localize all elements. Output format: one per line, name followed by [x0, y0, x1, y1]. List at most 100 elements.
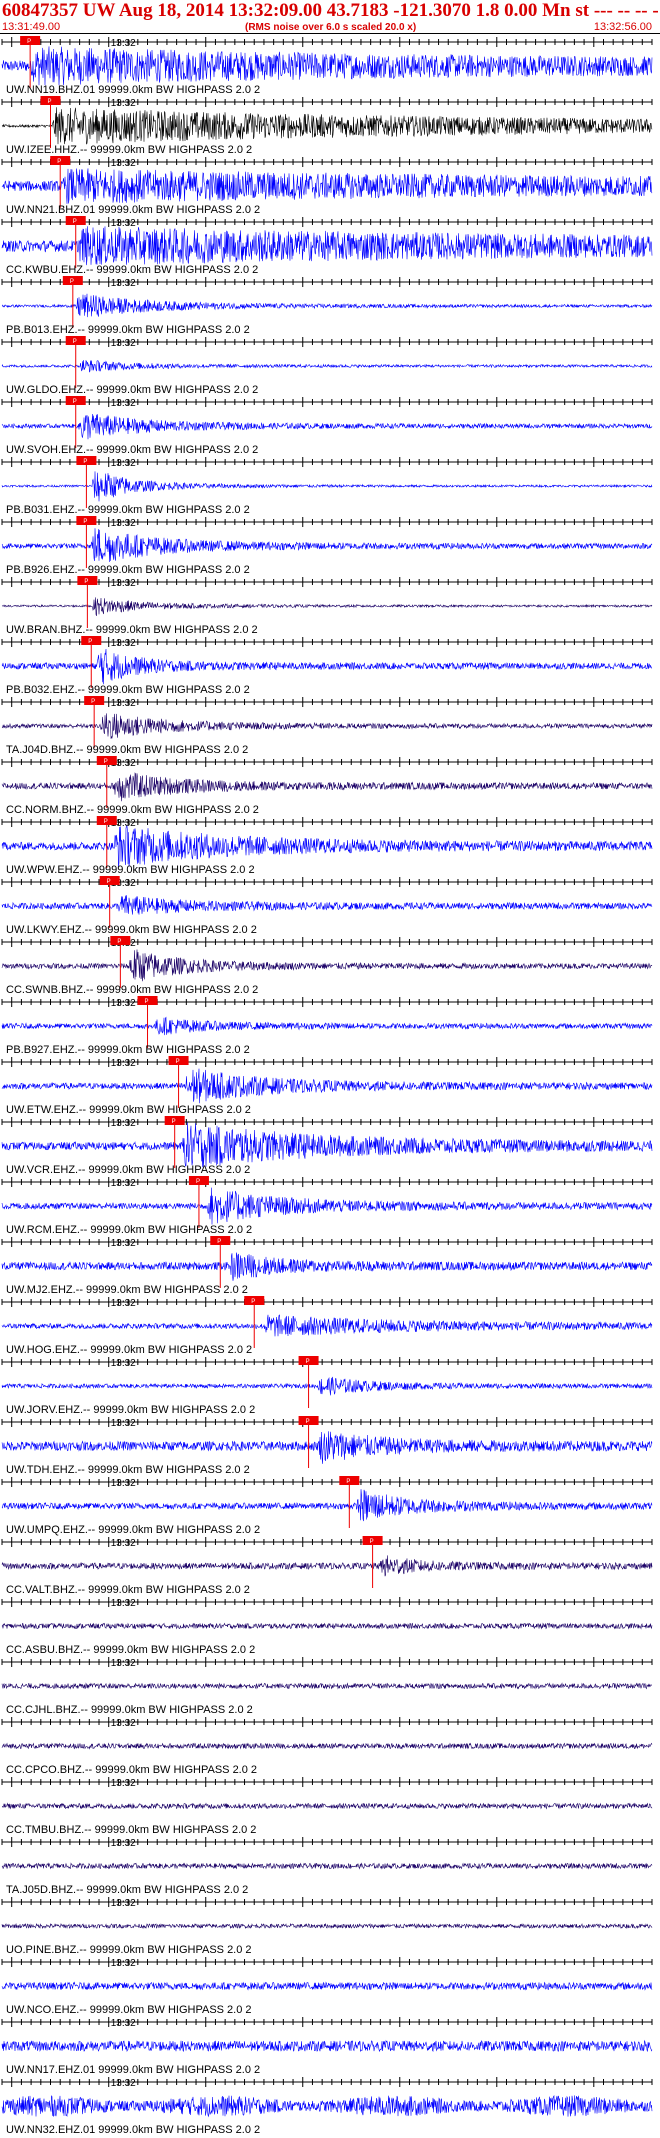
minute-label: 13:32 — [111, 698, 136, 709]
channel-label: PB.B032.EHZ.-- 99999.0km BW HIGHPASS 2.0… — [6, 684, 250, 696]
waveform-trace — [1, 1922, 653, 1930]
minute-label: 13:32 — [111, 1358, 136, 1369]
waveform-trace — [1, 1314, 653, 1337]
channel-label: UW.LKWY.EHZ.-- 99999.0km BW HIGHPASS 2.0… — [6, 924, 257, 936]
channel-label: UW.SVOH.EHZ.-- 99999.0km BW HIGHPASS 2.0… — [6, 444, 258, 456]
waveform-trace — [1, 895, 653, 915]
minute-label: 13:32 — [111, 338, 136, 349]
minute-label: 13:32 — [111, 1778, 136, 1789]
waveform-trace — [1, 1682, 652, 1690]
minute-label: 13:32 — [111, 1418, 136, 1429]
waveform-trace — [1, 1187, 653, 1225]
pick-label: P — [104, 759, 108, 765]
waveform-trace — [1, 772, 653, 802]
minute-label: 13:32 — [111, 998, 136, 1009]
waveform-trace — [1, 293, 653, 318]
waveform-trace — [1, 107, 653, 145]
channel-label: PB.B927.EHZ.-- 99999.0km BW HIGHPASS 2.0… — [6, 1044, 250, 1056]
channel-label: UW.NCO.EHZ.-- 99999.0km BW HIGHPASS 2.0 … — [6, 2004, 252, 2016]
channel-label: UW.GLDO.EHZ.-- 99999.0km BW HIGHPASS 2.0… — [6, 384, 258, 396]
waveform-trace — [1, 1489, 653, 1522]
waveform-trace — [1, 2039, 653, 2053]
minute-label: 13:32 — [111, 1538, 136, 1549]
minute-label: 13:32 — [111, 2078, 136, 2089]
pick-label: P — [306, 1419, 310, 1425]
pick-label: P — [196, 1179, 200, 1185]
channel-label: CC.CPCO.BHZ.-- 99999.0km BW HIGHPASS 2.0… — [6, 1764, 257, 1776]
channel-label: UW.NN17.EHZ.01 99999.0km BW HIGHPASS 2.0… — [6, 2064, 260, 2076]
pick-label: P — [145, 999, 149, 1005]
seismogram-plot: 13:32 P UW.NN19.BHZ.01 99999.0km BW HIGHPA… — [1, 36, 653, 2136]
minute-label: 13:32 — [111, 1178, 136, 1189]
waveform-trace — [1, 648, 653, 685]
pick-label: P — [107, 879, 111, 885]
pick-label: P — [73, 219, 77, 225]
channel-label: PB.B031.EHZ.-- 99999.0km BW HIGHPASS 2.0… — [6, 504, 250, 516]
channel-label: TA.J05D.BHZ.-- 99999.0km BW HIGHPASS 2.0… — [6, 1884, 248, 1896]
minute-label: 13:32 — [111, 458, 136, 469]
minute-label: 13:32 — [111, 98, 136, 109]
minute-label: 13:32 — [111, 1718, 136, 1729]
pick-label: P — [306, 1359, 310, 1365]
minute-label: 13:32 — [111, 638, 136, 649]
waveform-trace — [1, 413, 653, 440]
channel-label: UW.NN19.BHZ.01 99999.0km BW HIGHPASS 2.0… — [6, 84, 260, 96]
pick-label: P — [83, 459, 87, 465]
minute-label: 13:32 — [111, 158, 136, 169]
minute-label: 13:32 — [111, 1898, 136, 1909]
channel-label: CC.VALT.BHZ.-- 99999.0km BW HIGHPASS 2.0… — [6, 1584, 250, 1596]
channel-label: UW.NN21.BHZ.01 99999.0km BW HIGHPASS 2.0… — [6, 204, 260, 216]
waveform-trace — [1, 597, 653, 617]
minute-label: 13:32 — [111, 278, 136, 289]
minute-label: 13:32 — [111, 1238, 136, 1249]
channel-label: UW.MJ2.EHZ.-- 99999.0km BW HIGHPASS 2.0 … — [6, 1284, 248, 1296]
channel-label: CC.NORM.BHZ.-- 99999.0km BW HIGHPASS 2.0… — [6, 804, 259, 816]
waveform-trace — [1, 359, 653, 373]
minute-label: 13:32 — [111, 2018, 136, 2029]
waveform-trace — [1, 713, 653, 739]
pick-label: P — [217, 1239, 221, 1245]
minute-label: 13:32 — [111, 1658, 136, 1669]
channel-label: UW.ETW.EHZ.-- 99999.0km BW HIGHPASS 2.0 … — [6, 1104, 251, 1116]
channel-label: UW.VCR.EHZ.-- 99999.0km BW HIGHPASS 2.0 … — [6, 1164, 250, 1176]
waveform-trace — [1, 2095, 653, 2118]
waveform-trace — [1, 1252, 653, 1281]
pick-label: P — [104, 819, 108, 825]
pick-label: P — [84, 579, 88, 585]
minute-label: 13:32 — [111, 1958, 136, 1969]
waveform-trace — [1, 168, 653, 204]
waveform-trace — [1, 1862, 653, 1870]
waveform-trace — [1, 1981, 653, 1991]
pick-label: P — [91, 699, 95, 705]
pick-label: P — [27, 39, 31, 45]
pick-label: P — [48, 99, 52, 105]
pick-label: P — [176, 1059, 180, 1065]
channel-label: CC.TMBU.BHZ.-- 99999.0km BW HIGHPASS 2.0… — [6, 1824, 256, 1836]
pick-label: P — [88, 639, 92, 645]
waveform-trace — [1, 1068, 653, 1104]
channel-label: UW.NN32.EHZ.01 99999.0km BW HIGHPASS 2.0… — [6, 2124, 260, 2136]
waveform-trace — [1, 1742, 653, 1750]
waveform-trace — [1, 1016, 653, 1036]
pick-label: P — [172, 1119, 176, 1125]
minute-label: 13:32 — [111, 1478, 136, 1489]
pick-label: P — [57, 159, 61, 165]
waveform-trace — [1, 949, 653, 982]
channel-label: PB.B013.EHZ.-- 99999.0km BW HIGHPASS 2.0… — [6, 324, 250, 336]
minute-label: 13:32 — [111, 1118, 136, 1129]
pick-label: P — [370, 1539, 374, 1545]
pick-label: P — [83, 519, 87, 525]
pick-label: P — [73, 399, 77, 405]
waveform-trace — [1, 825, 653, 868]
waveform-trace — [1, 471, 653, 502]
channel-label: UW.IZEE.HHZ.-- 99999.0km BW HIGHPASS 2.0… — [6, 144, 252, 156]
pick-label: P — [70, 279, 74, 285]
minute-label: 13:32 — [111, 38, 136, 49]
channel-label: PB.B926.EHZ.-- 99999.0km BW HIGHPASS 2.0… — [6, 564, 250, 576]
minute-label: 13:32 — [111, 398, 136, 409]
minute-label: 13:32 — [111, 1598, 136, 1609]
channel-label: UW.JORV.EHZ.-- 99999.0km BW HIGHPASS 2.0… — [6, 1404, 255, 1416]
channel-label: CC.SWNB.BHZ.-- 99999.0km BW HIGHPASS 2.0… — [6, 984, 258, 996]
minute-label: 13:32 — [111, 1058, 136, 1069]
waveform-trace — [1, 1802, 653, 1810]
